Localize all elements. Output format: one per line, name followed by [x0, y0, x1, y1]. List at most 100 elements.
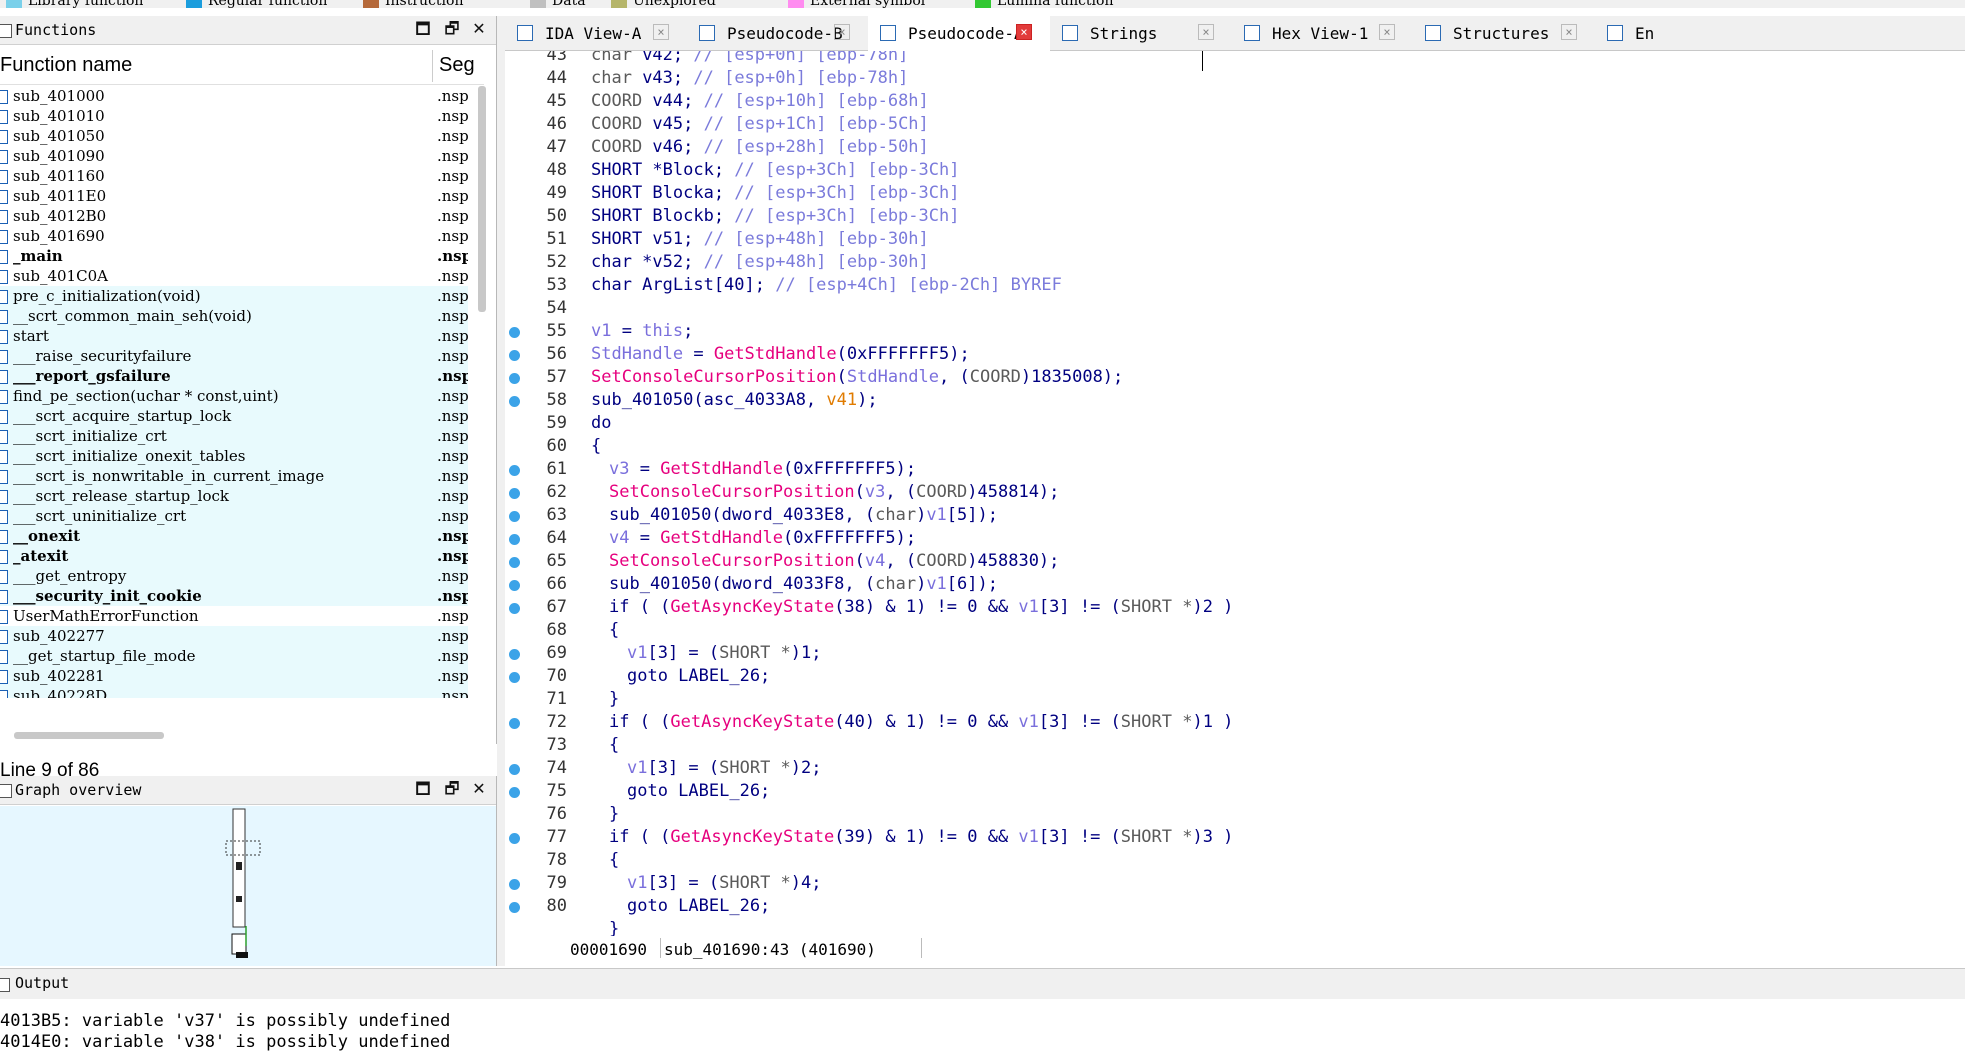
- code-line[interactable]: 69 v1[3] = (SHORT *)1;: [505, 643, 1965, 666]
- code-line[interactable]: 65 SetConsoleCursorPosition(v4, (COORD)45…: [505, 551, 1965, 574]
- code-line[interactable]: 51 SHORT v51; // [esp+48h] [ebp-30h]: [505, 229, 1965, 252]
- code-line[interactable]: 59 do: [505, 413, 1965, 436]
- tab[interactable]: En: [1595, 16, 1715, 50]
- code-line[interactable]: 54: [505, 298, 1965, 321]
- tab[interactable]: Pseudocode-A ×: [868, 16, 1050, 52]
- column-segment[interactable]: Seg: [439, 54, 475, 77]
- function-row[interactable]: ___scrt_initialize_onexit_tables .nsp: [0, 446, 468, 466]
- code-line[interactable]: 77 if ( (GetAsyncKeyState(39) & 1) != 0 &…: [505, 827, 1965, 850]
- restore-icon[interactable]: 🗗: [443, 780, 461, 798]
- function-row[interactable]: sub_4012B0 .nsp: [0, 206, 468, 226]
- code-line[interactable]: 43 char v42; // [esp+0h] [ebp-78h]: [505, 51, 1965, 68]
- tab[interactable]: Pseudocode-B ×: [687, 16, 868, 50]
- function-row[interactable]: ___scrt_uninitialize_crt .nsp: [0, 506, 468, 526]
- function-row[interactable]: ___security_init_cookie .nsp: [0, 586, 468, 606]
- function-row[interactable]: ___get_entropy .nsp: [0, 566, 468, 586]
- function-row[interactable]: ___scrt_release_startup_lock .nsp: [0, 486, 468, 506]
- function-row[interactable]: sub_401160 .nsp: [0, 166, 468, 186]
- breakpoint-dot-icon[interactable]: [509, 672, 520, 683]
- graph-overview-canvas[interactable]: [0, 806, 496, 966]
- breakpoint-dot-icon[interactable]: [509, 373, 520, 384]
- function-row[interactable]: sub_40228D .nsp: [0, 686, 468, 698]
- tab[interactable]: Structures ×: [1413, 16, 1595, 50]
- column-divider[interactable]: [432, 50, 433, 82]
- code-line[interactable]: 63 sub_401050(dword_4033E8, (char)v1[5]);: [505, 505, 1965, 528]
- tab-close-icon[interactable]: ×: [834, 24, 850, 40]
- breakpoint-dot-icon[interactable]: [509, 902, 520, 913]
- function-row[interactable]: sub_401000 .nsp: [0, 86, 468, 106]
- breakpoint-dot-icon[interactable]: [509, 580, 520, 591]
- functions-vertical-scrollbar[interactable]: [478, 86, 486, 312]
- code-line[interactable]: 60 {: [505, 436, 1965, 459]
- function-row[interactable]: __get_startup_file_mode .nsp: [0, 646, 468, 666]
- breakpoint-dot-icon[interactable]: [509, 350, 520, 361]
- function-row[interactable]: _atexit .nsp: [0, 546, 468, 566]
- tab-close-icon[interactable]: ×: [1379, 24, 1395, 40]
- code-line[interactable]: 45 COORD v44; // [esp+10h] [ebp-68h]: [505, 91, 1965, 114]
- code-line[interactable]: 73 {: [505, 735, 1965, 758]
- tab[interactable]: Strings ×: [1050, 16, 1232, 50]
- code-line[interactable]: 55 v1 = this;: [505, 321, 1965, 344]
- function-row[interactable]: ___scrt_is_nonwritable_in_current_image.…: [0, 466, 468, 486]
- function-row[interactable]: __scrt_common_main_seh(void) .nsp: [0, 306, 468, 326]
- code-line[interactable]: 75 goto LABEL_26;: [505, 781, 1965, 804]
- code-line[interactable]: 48 SHORT *Block; // [esp+3Ch] [ebp-3Ch]: [505, 160, 1965, 183]
- tab-close-icon[interactable]: ×: [1561, 24, 1577, 40]
- code-line[interactable]: 52 char *v52; // [esp+48h] [ebp-30h]: [505, 252, 1965, 275]
- functions-list[interactable]: sub_401000 .nsp sub_401010 .nsp sub_401050 .n…: [0, 86, 468, 698]
- function-row[interactable]: sub_401690 .nsp: [0, 226, 468, 246]
- function-row[interactable]: __onexit .nsp: [0, 526, 468, 546]
- code-line[interactable]: 68 {: [505, 620, 1965, 643]
- function-row[interactable]: ___raise_securityfailure .nsp: [0, 346, 468, 366]
- code-line[interactable]: 50 SHORT Blockb; // [esp+3Ch] [ebp-3Ch]: [505, 206, 1965, 229]
- breakpoint-dot-icon[interactable]: [509, 465, 520, 476]
- maximize-icon[interactable]: 🗖: [414, 780, 432, 798]
- breakpoint-dot-icon[interactable]: [509, 327, 520, 338]
- breakpoint-dot-icon[interactable]: [509, 879, 520, 890]
- breakpoint-dot-icon[interactable]: [509, 718, 520, 729]
- code-line[interactable]: 70 goto LABEL_26;: [505, 666, 1965, 689]
- code-line[interactable]: 80 goto LABEL_26;: [505, 896, 1965, 919]
- breakpoint-dot-icon[interactable]: [509, 649, 520, 660]
- function-row[interactable]: sub_401090 .nsp: [0, 146, 468, 166]
- function-row[interactable]: sub_402281 .nsp: [0, 666, 468, 686]
- function-row[interactable]: sub_4011E0 .nsp: [0, 186, 468, 206]
- pseudocode-view[interactable]: 43 char v42; // [esp+0h] [ebp-78h] 44 char …: [505, 51, 1965, 936]
- code-line[interactable]: 46 COORD v45; // [esp+1Ch] [ebp-5Ch]: [505, 114, 1965, 137]
- function-row[interactable]: find_pe_section(uchar * const,uint) .nsp: [0, 386, 468, 406]
- code-line[interactable]: 71}: [505, 689, 1965, 712]
- breakpoint-dot-icon[interactable]: [509, 534, 520, 545]
- code-line[interactable]: 79 v1[3] = (SHORT *)4;: [505, 873, 1965, 896]
- column-function-name[interactable]: Function name: [0, 54, 132, 77]
- breakpoint-dot-icon[interactable]: [509, 764, 520, 775]
- code-line[interactable]: }: [505, 919, 1965, 936]
- code-line[interactable]: 78 {: [505, 850, 1965, 873]
- breakpoint-dot-icon[interactable]: [509, 787, 520, 798]
- breakpoint-dot-icon[interactable]: [509, 603, 520, 614]
- close-icon[interactable]: ✕: [470, 20, 488, 38]
- code-line[interactable]: 58 sub_401050(asc_4033A8, v41);: [505, 390, 1965, 413]
- function-row[interactable]: ___report_gsfailure .nsp: [0, 366, 468, 386]
- breakpoint-dot-icon[interactable]: [509, 396, 520, 407]
- breakpoint-dot-icon[interactable]: [509, 511, 520, 522]
- code-line[interactable]: 56 StdHandle = GetStdHandle(0xFFFFFFF5);: [505, 344, 1965, 367]
- function-row[interactable]: sub_401050 .nsp: [0, 126, 468, 146]
- code-line[interactable]: 61 v3 = GetStdHandle(0xFFFFFFF5);: [505, 459, 1965, 482]
- functions-horizontal-scrollbar[interactable]: [14, 732, 164, 739]
- function-row[interactable]: sub_401C0A .nsp: [0, 266, 468, 286]
- breakpoint-dot-icon[interactable]: [509, 488, 520, 499]
- panel-splitter[interactable]: [497, 16, 505, 966]
- code-line[interactable]: 74 v1[3] = (SHORT *)2;: [505, 758, 1965, 781]
- code-line[interactable]: 49 SHORT Blocka; // [esp+3Ch] [ebp-3Ch]: [505, 183, 1965, 206]
- code-line[interactable]: 76}: [505, 804, 1965, 827]
- restore-icon[interactable]: 🗗: [443, 20, 461, 38]
- close-icon[interactable]: ✕: [470, 780, 488, 798]
- tab-close-icon[interactable]: ×: [1016, 24, 1032, 40]
- function-row[interactable]: UserMathErrorFunction .nsp: [0, 606, 468, 626]
- code-line[interactable]: 57 SetConsoleCursorPosition(StdHandle, (C…: [505, 367, 1965, 390]
- code-line[interactable]: 44 char v43; // [esp+0h] [ebp-78h]: [505, 68, 1965, 91]
- function-row[interactable]: sub_402277 .nsp: [0, 626, 468, 646]
- code-line[interactable]: 62 SetConsoleCursorPosition(v3, (COORD)45…: [505, 482, 1965, 505]
- code-line[interactable]: 67 if ( (GetAsyncKeyState(38) & 1) != 0 &…: [505, 597, 1965, 620]
- code-line[interactable]: 53 char ArgList[40]; // [esp+4Ch] [ebp-2C…: [505, 275, 1965, 298]
